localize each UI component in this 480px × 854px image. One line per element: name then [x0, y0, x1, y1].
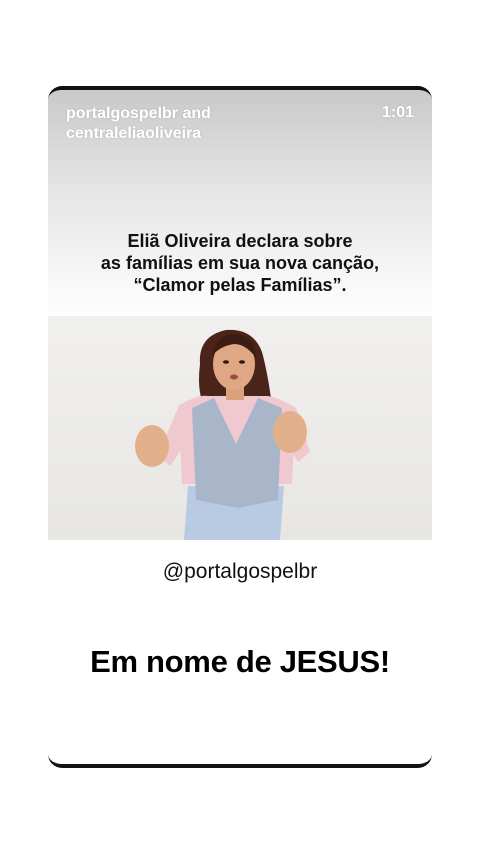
reel-card[interactable]: portalgospelbr and centraleliaoliveira 1… — [48, 86, 432, 768]
caption-line: Eliã Oliveira declara sobre — [127, 231, 353, 251]
post-caption: Eliã Oliveira declara sobre as famílias … — [58, 230, 422, 296]
video-duration: 1:01 — [381, 104, 414, 121]
post-author[interactable]: portalgospelbr and centraleliaoliveira — [66, 104, 286, 144]
account-handle[interactable]: @portalgospelbr — [48, 560, 432, 584]
post-headline: Em nome de JESUS! — [90, 644, 390, 679]
caption-line: “Clamor pelas Famílias”. — [133, 275, 347, 295]
singer-figure — [135, 329, 310, 540]
caption-line: as famílias em sua nova canção, — [100, 253, 380, 273]
video-frame[interactable] — [48, 316, 432, 540]
